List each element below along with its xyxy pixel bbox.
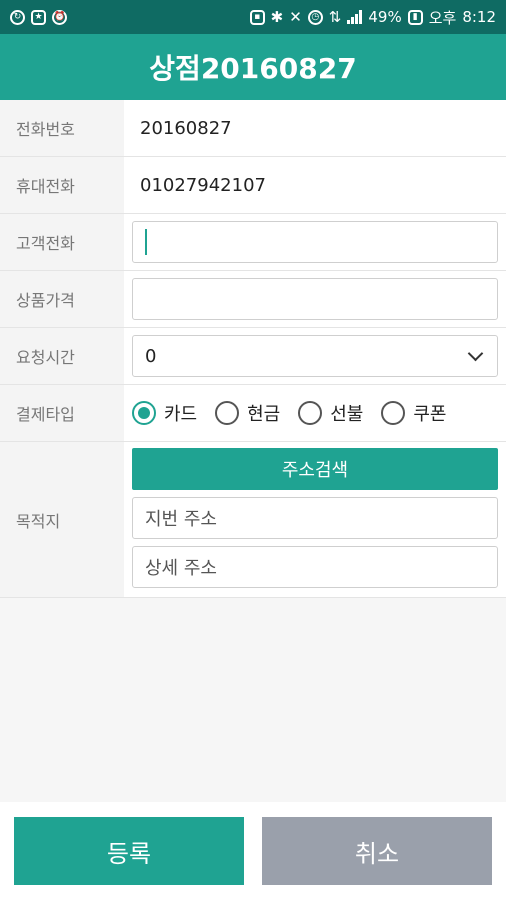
- empty-area: [0, 598, 506, 800]
- payment-radio-group: 카드 현금 선불 쿠폰: [124, 400, 447, 426]
- destination-fields: 주소검색 지번 주소 상세 주소: [124, 442, 506, 597]
- price-row: 상품가격: [0, 271, 506, 328]
- cancel-button[interactable]: 취소: [262, 817, 492, 885]
- payment-option-label: 현금: [247, 404, 281, 425]
- mobile-value: 01027942107: [140, 174, 266, 196]
- price-label: 상품가격: [0, 271, 124, 327]
- payment-option-label: 카드: [164, 404, 198, 425]
- phone-field: 20160827: [124, 118, 506, 139]
- alarm-clock-icon: ◷: [307, 9, 323, 25]
- network-icon: ⇅: [328, 8, 342, 26]
- customer-phone-label: 고객전화: [0, 214, 124, 270]
- status-left: ↻ ★ ⏰: [10, 9, 67, 25]
- submit-button[interactable]: 등록: [14, 817, 244, 885]
- bluetooth-icon: ✱: [270, 8, 284, 26]
- signal-icon: [347, 10, 363, 24]
- customer-phone-input[interactable]: [132, 221, 498, 263]
- mute-icon: ✕: [289, 8, 302, 26]
- request-time-select[interactable]: 0: [132, 335, 498, 377]
- payment-row: 결제타입 카드 현금 선불 쿠폰: [0, 385, 506, 442]
- chevron-down-icon: [467, 345, 484, 361]
- text-cursor: [145, 229, 147, 255]
- action-bar: 등록 취소: [0, 802, 506, 900]
- request-time-field: 0: [124, 335, 506, 377]
- alarm-icon: ⏰: [52, 9, 67, 25]
- customer-phone-row: 고객전화: [0, 214, 506, 271]
- sync-icon: ↻: [10, 9, 25, 25]
- request-time-row: 요청시간 0: [0, 328, 506, 385]
- phone-label: 전화번호: [0, 100, 124, 156]
- price-field: [124, 278, 506, 320]
- radio-checked-icon[interactable]: [132, 401, 156, 425]
- page-title: 상점20160827: [149, 52, 357, 85]
- destination-row: 목적지 주소검색 지번 주소 상세 주소: [0, 442, 506, 598]
- battery-percent: 49%: [368, 8, 402, 26]
- phone-value: 20160827: [140, 117, 232, 139]
- request-time-label: 요청시간: [0, 328, 124, 384]
- order-form: 전화번호 20160827 휴대전화 01027942107 고객전화 상품가격…: [0, 100, 506, 598]
- mobile-field: 01027942107: [124, 175, 506, 196]
- phone-row: 전화번호 20160827: [0, 100, 506, 157]
- time: 8:12: [462, 8, 496, 26]
- status-bar: ↻ ★ ⏰ ▪ ✱ ✕ ◷ ⇅ 49% ▮ 오후 8:12: [0, 0, 506, 34]
- mobile-label: 휴대전화: [0, 157, 124, 213]
- app-notification-icon: ★: [31, 9, 46, 25]
- customer-phone-field: [124, 221, 506, 263]
- payment-option-label: 선불: [330, 404, 364, 425]
- time-ampm: 오후: [428, 8, 457, 27]
- payment-label: 결제타입: [0, 385, 124, 441]
- payment-option-label: 쿠폰: [413, 404, 447, 425]
- lot-address-placeholder: 지번 주소: [145, 509, 217, 530]
- payment-option-prepaid[interactable]: 선불: [298, 400, 363, 426]
- destination-label: 목적지: [0, 442, 124, 597]
- radio-unchecked-icon[interactable]: [298, 401, 323, 425]
- mobile-row: 휴대전화 01027942107: [0, 157, 506, 214]
- request-time-value: 0: [145, 345, 157, 367]
- radio-unchecked-icon[interactable]: [381, 401, 406, 425]
- status-right: ▪ ✱ ✕ ◷ ⇅ 49% ▮ 오후 8:12: [249, 7, 496, 28]
- address-search-button[interactable]: 주소검색: [132, 448, 498, 490]
- app-header: 상점20160827: [0, 34, 506, 100]
- payment-option-coupon[interactable]: 쿠폰: [381, 400, 447, 426]
- lock-icon: ▪: [249, 9, 265, 25]
- radio-unchecked-icon[interactable]: [215, 401, 240, 425]
- battery-icon: ▮: [407, 9, 423, 25]
- payment-option-cash[interactable]: 현금: [215, 400, 280, 426]
- detail-address-input[interactable]: 상세 주소: [132, 546, 498, 588]
- payment-option-card[interactable]: 카드: [132, 400, 197, 426]
- price-input[interactable]: [132, 278, 498, 320]
- lot-address-input[interactable]: 지번 주소: [132, 497, 498, 539]
- detail-address-placeholder: 상세 주소: [145, 558, 217, 579]
